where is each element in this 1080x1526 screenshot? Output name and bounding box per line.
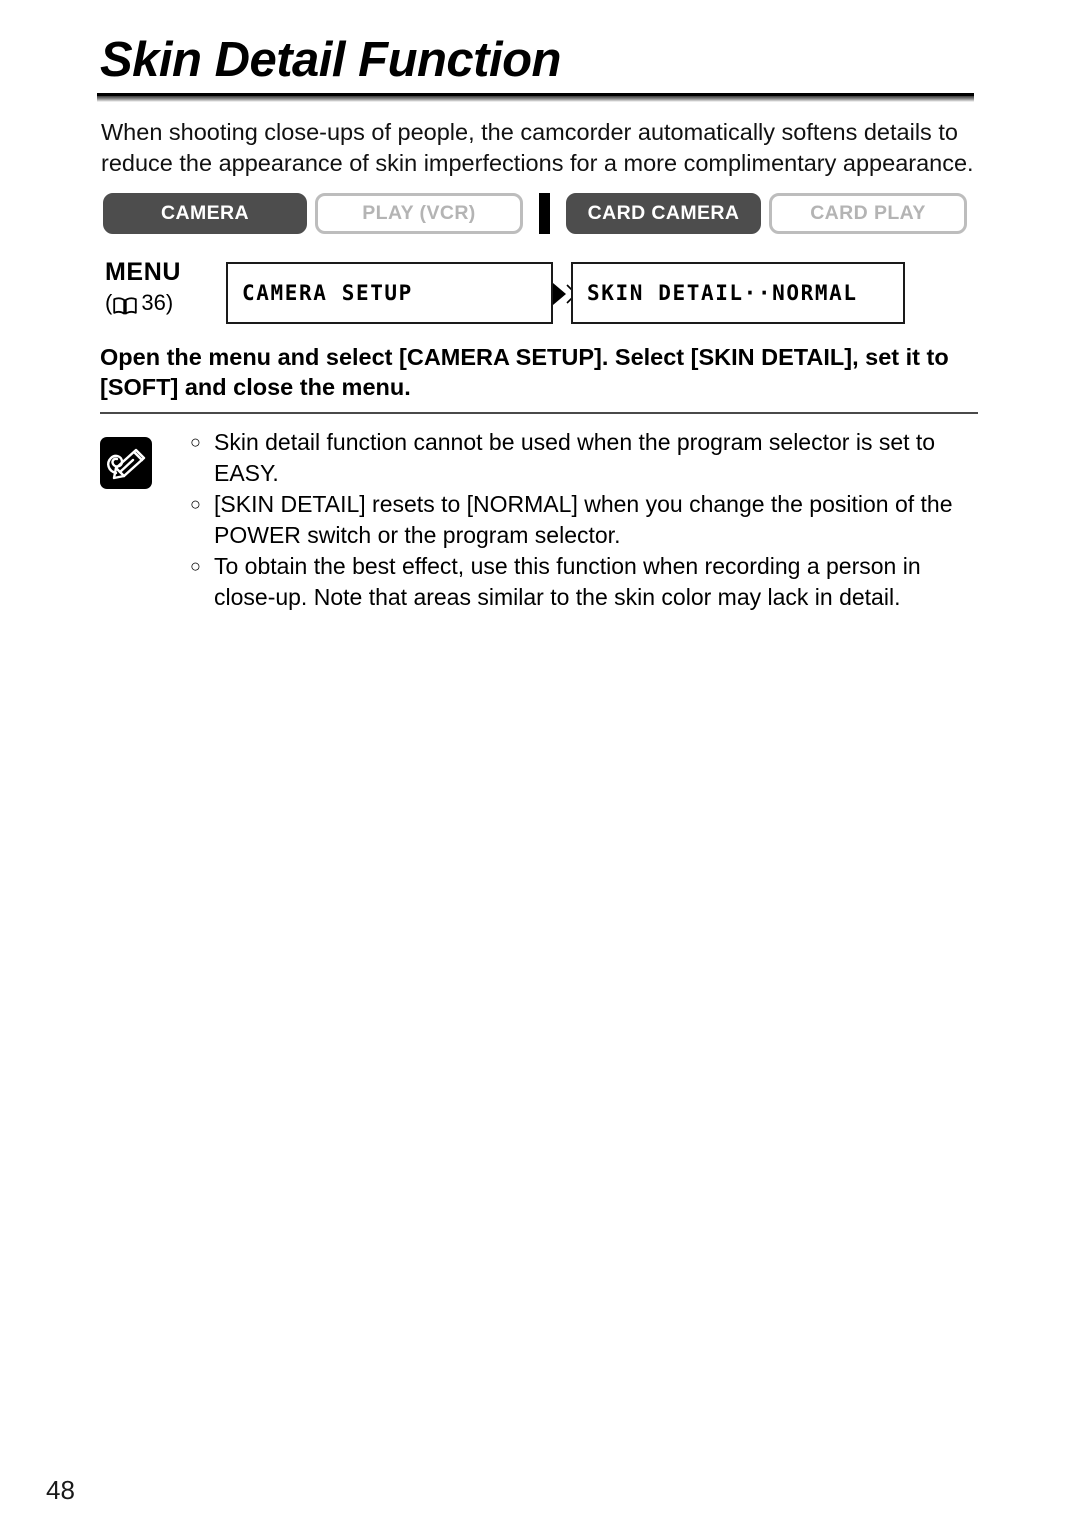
title-divider [97, 93, 974, 102]
menu-box-skin-detail-label: SKIN DETAIL··NORMAL [587, 281, 858, 305]
mode-pill-camera-label: CAMERA [161, 202, 249, 224]
menu-reference-close-paren: ) [165, 290, 174, 315]
page-title: Skin Detail Function [100, 33, 561, 87]
note-text: [SKIN DETAIL] resets to [NORMAL] when yo… [214, 491, 953, 548]
note-bullet-icon: ○ [190, 432, 201, 452]
notes-list: ○ Skin detail function cannot be used wh… [190, 427, 980, 613]
mode-pill-card-camera: CARD CAMERA [566, 193, 761, 234]
mode-pill-camera: CAMERA [103, 193, 307, 234]
intro-paragraph: When shooting close-ups of people, the c… [101, 119, 974, 176]
mode-pill-play-vcr-label: PLAY (VCR) [362, 202, 476, 224]
menu-label: MENU [105, 258, 182, 286]
note-bullet-icon: ○ [190, 556, 201, 576]
menu-label-group: MENU ( 36) [105, 258, 225, 316]
instruction-text: Open the menu and select [CAMERA SETUP].… [100, 344, 949, 400]
list-item: ○ [SKIN DETAIL] resets to [NORMAL] when … [190, 489, 980, 551]
open-book-icon [113, 295, 138, 315]
menu-reference-page-number: 36 [141, 290, 166, 315]
list-item: ○ Skin detail function cannot be used wh… [190, 427, 980, 489]
note-text: To obtain the best effect, use this func… [214, 553, 921, 610]
mode-group-divider [539, 193, 550, 234]
menu-box-camera-setup-label: CAMERA SETUP [242, 281, 413, 305]
note-bullet-icon: ○ [190, 494, 201, 514]
notes-divider [100, 412, 978, 414]
mode-pill-card-play: CARD PLAY [769, 193, 967, 234]
page-number: 48 [46, 1475, 75, 1505]
menu-navigation-block: MENU ( 36) CAMERA SETUP SKIN DETAIL··NOR… [103, 258, 975, 330]
menu-reference-open-paren: ( [105, 290, 113, 315]
mode-indicator-row: CAMERA PLAY (VCR) CARD CAMERA CARD PLAY [103, 193, 975, 234]
memo-pencil-icon [100, 437, 152, 489]
menu-box-camera-setup: CAMERA SETUP [226, 262, 553, 324]
mode-pill-play-vcr: PLAY (VCR) [315, 193, 523, 234]
menu-box-skin-detail: SKIN DETAIL··NORMAL [571, 262, 905, 324]
mode-pill-card-play-label: CARD PLAY [810, 202, 926, 224]
note-text: Skin detail function cannot be used when… [214, 429, 936, 486]
menu-page-reference: ( 36) [105, 290, 225, 316]
mode-pill-card-camera-label: CARD CAMERA [587, 202, 740, 224]
list-item: ○ To obtain the best effect, use this fu… [190, 551, 980, 613]
